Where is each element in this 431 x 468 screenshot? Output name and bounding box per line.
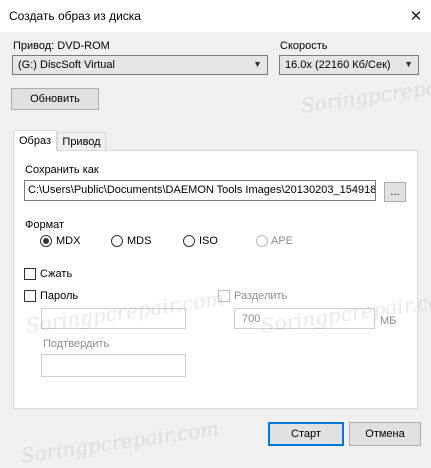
- password-input[interactable]: [41, 308, 186, 329]
- format-ape-radio[interactable]: [256, 235, 268, 247]
- confirm-password-input[interactable]: [41, 354, 186, 377]
- image-tab-panel: Сохранить как C:\Users\Public\Documents\…: [13, 150, 418, 409]
- split-size-value: 700: [242, 313, 261, 325]
- split-unit-label: МБ: [380, 315, 397, 327]
- cancel-button[interactable]: Отмена: [349, 422, 421, 446]
- speed-label: Скорость: [280, 40, 328, 52]
- close-icon: ✕: [409, 8, 423, 25]
- tab-image[interactable]: Образ: [13, 130, 57, 151]
- window-title: Создать образ из диска: [9, 9, 141, 23]
- compress-label: Сжать: [40, 268, 73, 280]
- password-checkbox[interactable]: [24, 290, 36, 302]
- drive-select[interactable]: (G:) DiscSoft Virtual ▼: [12, 55, 268, 75]
- format-mdx-radio[interactable]: [40, 235, 52, 247]
- save-path-input[interactable]: C:\Users\Public\Documents\DAEMON Tools I…: [24, 180, 376, 201]
- drive-label: Привод: DVD-ROM: [13, 40, 110, 52]
- speed-select[interactable]: 16.0x (22160 Кб/Сек) ▼: [279, 55, 419, 75]
- title-bar: Создать образ из диска ✕: [0, 0, 431, 32]
- format-mds-label: MDS: [127, 235, 152, 247]
- close-button[interactable]: ✕: [401, 0, 431, 32]
- save-as-label: Сохранить как: [25, 164, 99, 176]
- browse-button[interactable]: ...: [384, 182, 406, 202]
- watermark-logo: Soringpcrepair.com: [19, 416, 221, 468]
- format-mds-radio[interactable]: [111, 235, 123, 247]
- format-mdx-label: MDX: [56, 235, 81, 247]
- format-iso-label: ISO: [199, 235, 218, 247]
- save-path-value: C:\Users\Public\Documents\DAEMON Tools I…: [28, 184, 376, 196]
- drive-select-value: (G:) DiscSoft Virtual: [18, 59, 115, 71]
- compress-checkbox[interactable]: [24, 268, 36, 280]
- start-button[interactable]: Старт: [268, 422, 344, 446]
- password-label: Пароль: [40, 290, 79, 302]
- chevron-down-icon: ▼: [404, 59, 413, 69]
- split-checkbox[interactable]: [218, 290, 230, 302]
- split-label: Разделить: [234, 290, 288, 302]
- format-iso-radio[interactable]: [183, 235, 195, 247]
- speed-select-value: 16.0x (22160 Кб/Сек): [285, 59, 391, 71]
- format-label: Формат: [25, 219, 65, 231]
- format-ape-label: APE: [271, 235, 294, 247]
- split-size-input[interactable]: 700: [234, 308, 375, 329]
- chevron-down-icon: ▼: [253, 59, 262, 69]
- confirm-password-label: Подтвердить: [43, 338, 110, 350]
- refresh-button[interactable]: Обновить: [11, 88, 99, 110]
- tab-drive[interactable]: Привод: [57, 132, 106, 151]
